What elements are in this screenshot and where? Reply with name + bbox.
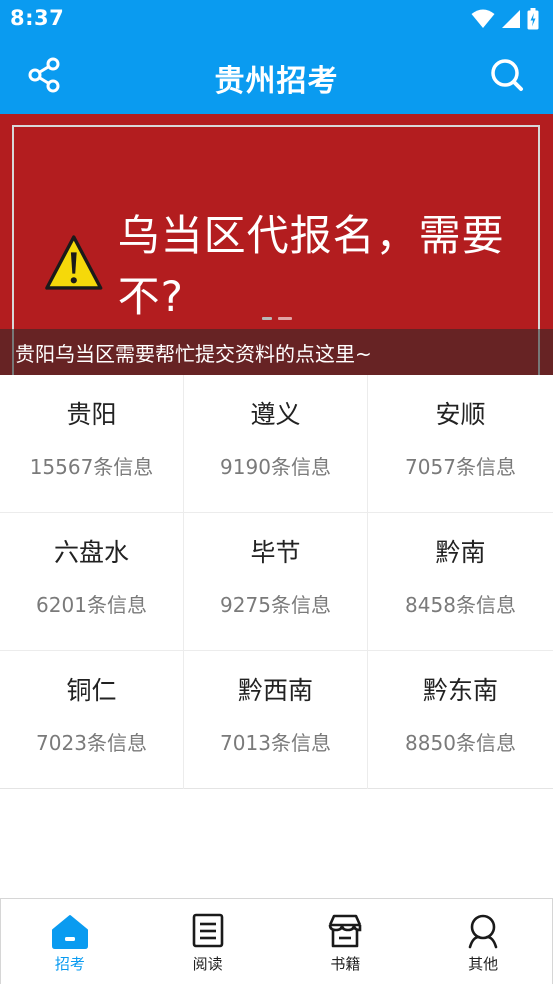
region-count: 6201条信息 <box>36 593 147 617</box>
tab-books[interactable]: 书籍 <box>277 899 415 984</box>
store-icon <box>329 914 362 948</box>
tab-others[interactable]: 其他 <box>414 899 552 984</box>
tab-zhaokao[interactable]: 招考 <box>1 899 139 984</box>
signal-icon <box>502 10 520 28</box>
region-cell-qiannan[interactable]: 黔南 8458条信息 <box>368 513 553 651</box>
region-name: 六盘水 <box>53 538 129 567</box>
region-count: 7057条信息 <box>405 455 516 479</box>
region-count: 7013条信息 <box>220 731 331 755</box>
region-cell-anshun[interactable]: 安顺 7057条信息 <box>368 375 553 513</box>
banner-pager <box>262 317 292 320</box>
region-name: 遵义 <box>250 400 301 429</box>
region-name: 黔南 <box>435 538 486 567</box>
tab-reading[interactable]: 阅读 <box>139 899 277 984</box>
region-name: 黔东南 <box>422 676 498 705</box>
region-count: 9275条信息 <box>220 593 331 617</box>
tab-label: 招考 <box>54 955 85 973</box>
promo-banner[interactable]: 乌当区代报名，需要不? 贵阳乌当区需要帮忙提交资料的点这里~ <box>0 114 553 375</box>
region-grid: 贵阳 15567条信息 遵义 9190条信息 安顺 7057条信息 六盘水 62… <box>0 375 553 789</box>
person-icon <box>468 914 498 949</box>
reader-icon <box>192 913 223 948</box>
region-cell-zunyi[interactable]: 遵义 9190条信息 <box>184 375 368 513</box>
battery-icon <box>527 8 539 30</box>
region-cell-guiyang[interactable]: 贵阳 15567条信息 <box>0 375 184 513</box>
banner-caption-bar: 贵阳乌当区需要帮忙提交资料的点这里~ <box>0 329 553 375</box>
status-bar: 8:37 <box>0 0 553 38</box>
warning-icon <box>45 235 103 290</box>
tab-label: 阅读 <box>192 955 223 973</box>
banner-caption: 贵阳乌当区需要帮忙提交资料的点这里~ <box>15 342 372 366</box>
app-bar: 贵州招考 <box>0 38 553 114</box>
region-name: 贵阳 <box>66 400 117 429</box>
search-icon <box>491 59 523 91</box>
region-cell-bijie[interactable]: 毕节 9275条信息 <box>184 513 368 651</box>
region-count: 7023条信息 <box>36 731 147 755</box>
region-name: 铜仁 <box>66 676 117 705</box>
wifi-icon <box>471 9 495 28</box>
region-cell-tongren[interactable]: 铜仁 7023条信息 <box>0 651 184 789</box>
home-icon <box>51 915 88 949</box>
bottom-tab-bar: 招考 阅读 书籍 其他 <box>0 898 553 984</box>
region-count: 9190条信息 <box>220 455 331 479</box>
banner-headline: 乌当区代报名，需要不? <box>44 202 553 324</box>
region-cell-liupanshui[interactable]: 六盘水 6201条信息 <box>0 513 184 651</box>
region-name: 毕节 <box>250 538 301 567</box>
status-icons <box>471 8 539 30</box>
tab-label: 其他 <box>468 955 499 973</box>
region-count: 8458条信息 <box>405 593 516 617</box>
region-name: 安顺 <box>435 400 486 429</box>
status-time: 8:37 <box>10 6 65 30</box>
banner-dot-active <box>278 317 292 320</box>
region-cell-qianxinan[interactable]: 黔西南 7013条信息 <box>184 651 368 789</box>
search-button[interactable] <box>487 55 527 95</box>
app-title: 贵州招考 <box>214 64 339 99</box>
region-name: 黔西南 <box>237 676 313 705</box>
tab-label: 书籍 <box>330 955 361 973</box>
banner-headline-text: 乌当区代报名，需要不? <box>117 211 505 321</box>
region-cell-qiandongnan[interactable]: 黔东南 8850条信息 <box>368 651 553 789</box>
region-count: 8850条信息 <box>405 731 516 755</box>
banner-dot <box>262 317 272 320</box>
region-count: 15567条信息 <box>29 455 154 479</box>
